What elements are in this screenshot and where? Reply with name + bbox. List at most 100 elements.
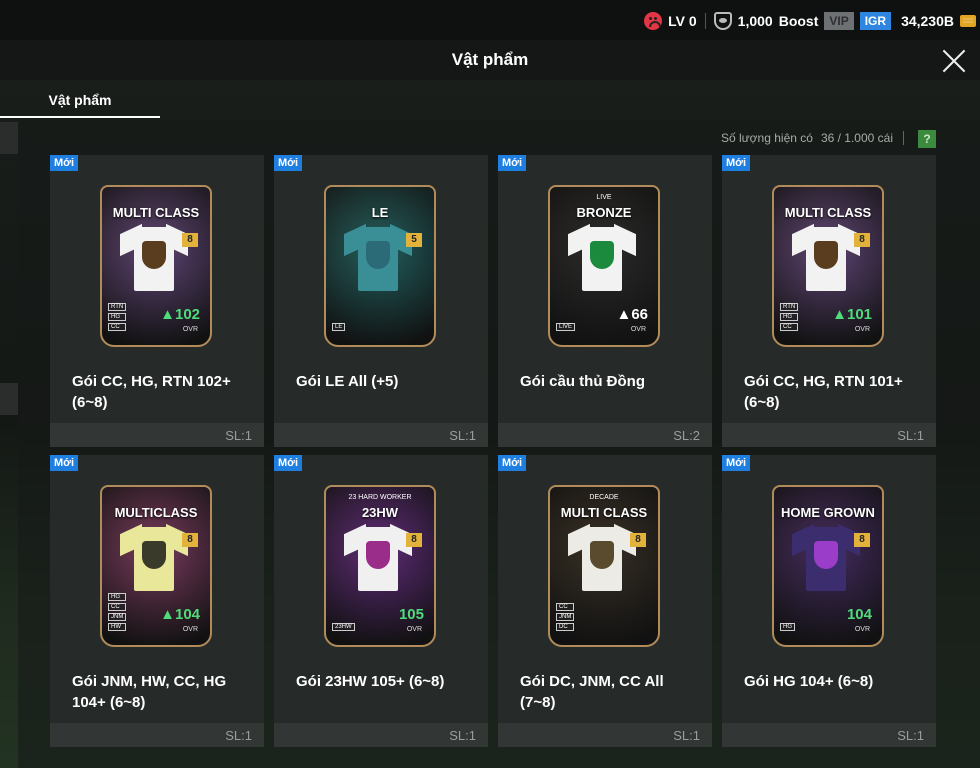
card-badge: LE: [332, 323, 346, 331]
help-button[interactable]: ?: [918, 130, 936, 148]
card-subtitle: DECADE: [589, 494, 619, 501]
tab-bar: Vật phẩm: [0, 80, 980, 120]
ovr-label: OVR: [854, 626, 870, 633]
item-quantity: SL:1: [449, 728, 476, 743]
card-subtitle: LIVE: [596, 194, 612, 201]
new-badge: Mới: [274, 455, 303, 471]
player-pack-card: DECADE MULTI CLASS 8 CC JNM DC: [548, 485, 660, 647]
card-title: MULTICLASS: [114, 505, 198, 520]
item-footer: SL:1: [50, 723, 264, 747]
new-badge: Mới: [722, 455, 751, 471]
item-quantity: SL:1: [225, 728, 252, 743]
vip-badge[interactable]: VIP: [824, 12, 854, 30]
shirt-icon: [568, 523, 636, 591]
top-status-bar: LV 0 1,000 Boost VIP IGR 34,230B: [0, 0, 980, 40]
item-name: Gói 23HW 105+ (6~8): [296, 673, 445, 690]
item-card[interactable]: Mới LE 5 LE Gói LE All (+5) SL:1: [274, 155, 488, 447]
card-title: MULTI CLASS: [112, 205, 200, 220]
player-pack-card: HOME GROWN 8 HG 104 OVR: [772, 485, 884, 647]
card-subtitle: 23 HARD WORKER: [348, 494, 412, 501]
player-pack-card: 23 HARD WORKER 23HW 8 23HW 105 OVR: [324, 485, 436, 647]
shield-icon: [713, 12, 732, 30]
item-card[interactable]: Mới MULTI CLASS 8 RTN HG CC ▲102 OVR Gói C…: [50, 155, 264, 447]
item-card[interactable]: Mới MULTI CLASS 8 RTN HG CC ▲101 OVR Gói C…: [722, 155, 936, 447]
level-badge: 8: [182, 533, 198, 547]
item-footer: SL:1: [722, 423, 936, 447]
item-quantity: SL:1: [673, 728, 700, 743]
card-badge: JNM: [108, 613, 127, 621]
item-name: Gói HG 104+ (6~8): [744, 673, 874, 690]
card-badge: HG: [108, 593, 127, 601]
item-footer: SL:1: [498, 723, 712, 747]
ovr-value: ▲101: [832, 306, 872, 323]
item-quantity: SL:2: [673, 428, 700, 443]
level-text: LV 0: [668, 13, 697, 29]
separator: [903, 131, 904, 145]
item-card[interactable]: Mới 23 HARD WORKER 23HW 8 23HW 105 OVR G…: [274, 455, 488, 747]
tab-items[interactable]: Vật phẩm: [0, 92, 160, 118]
boost-label[interactable]: Boost: [779, 13, 819, 29]
card-badge: HG: [108, 313, 127, 321]
level-badge: 5: [406, 233, 422, 247]
ovr-label: OVR: [406, 626, 422, 633]
emblem-icon: [366, 541, 390, 569]
ovr-label: OVR: [182, 326, 198, 333]
item-name: Gói JNM, HW, CC, HG 104+ (6~8): [72, 673, 227, 711]
card-badge: HW: [108, 623, 127, 631]
level-badge: 8: [182, 233, 198, 247]
card-badge: DC: [556, 623, 575, 631]
card-badges: HG CC JNM HW: [108, 593, 127, 631]
inventory-label: Số lượng hiện có: [720, 131, 813, 145]
shirt-icon: [120, 523, 188, 591]
item-card[interactable]: Mới HOME GROWN 8 HG 104 OVR Gói HG 104+ …: [722, 455, 936, 747]
ovr-label: OVR: [182, 626, 198, 633]
item-name: Gói CC, HG, RTN 101+ (6~8): [744, 373, 903, 411]
card-badge: CC: [556, 603, 575, 611]
card-badges: RTN HG CC: [108, 303, 127, 331]
item-quantity: SL:1: [897, 428, 924, 443]
new-badge: Mới: [722, 155, 751, 171]
card-badge: HG: [780, 313, 799, 321]
ovr-value: ▲66: [616, 306, 648, 323]
emblem-icon: [142, 541, 166, 569]
inventory-value: 36 / 1.000 cái: [820, 131, 893, 145]
emblem-icon: [590, 541, 614, 569]
card-title: MULTI CLASS: [784, 205, 872, 220]
emblem-icon: [366, 241, 390, 269]
item-name: Gói cầu thủ Đồng: [520, 373, 645, 390]
item-quantity: SL:1: [897, 728, 924, 743]
item-card[interactable]: Mới LIVE BRONZE LIVE ▲66 OVR Gói cầu thủ…: [498, 155, 712, 447]
shirt-icon: [792, 223, 860, 291]
card-title: 23HW: [361, 505, 399, 520]
separator: [704, 13, 706, 29]
new-badge: Mới: [50, 455, 79, 471]
inventory-count: Số lượng hiện có 36 / 1.000 cái: [721, 131, 906, 145]
points-text: 1,000: [737, 13, 773, 29]
currency-amount: 34,230B: [901, 13, 954, 29]
ovr-label: OVR: [630, 326, 646, 333]
status-area: LV 0 1,000 Boost VIP IGR 34,230B: [644, 10, 976, 32]
player-pack-card: MULTI CLASS 8 RTN HG CC ▲101 OVR: [772, 185, 884, 347]
card-badges: HG: [780, 623, 795, 631]
card-title: BRONZE: [576, 205, 632, 220]
card-badge: HG: [780, 623, 795, 631]
level-badge: 8: [854, 233, 870, 247]
close-button[interactable]: [940, 47, 968, 75]
card-badge: CC: [108, 603, 127, 611]
item-name: Gói DC, JNM, CC All (7~8): [520, 673, 664, 711]
shirt-icon: [344, 523, 412, 591]
card-badges: RTN HG CC: [780, 303, 799, 331]
card-badge: JNM: [556, 613, 575, 621]
item-card[interactable]: Mới DECADE MULTI CLASS 8 CC JNM DC Gói DC,…: [498, 455, 712, 747]
emblem-icon: [590, 241, 614, 269]
emblem-icon: [142, 241, 166, 269]
card-title: LE: [371, 205, 389, 220]
card-badge: RTN: [780, 303, 799, 311]
ovr-value: 105: [398, 606, 424, 623]
card-badge: 23HW: [332, 623, 355, 631]
coin-icon: [960, 15, 976, 27]
card-badges: 23HW: [332, 623, 355, 631]
emblem-icon: [814, 241, 838, 269]
item-card[interactable]: Mới MULTICLASS 8 HG CC JNM HW ▲104 OVR Gói …: [50, 455, 264, 747]
igr-badge[interactable]: IGR: [859, 12, 892, 30]
